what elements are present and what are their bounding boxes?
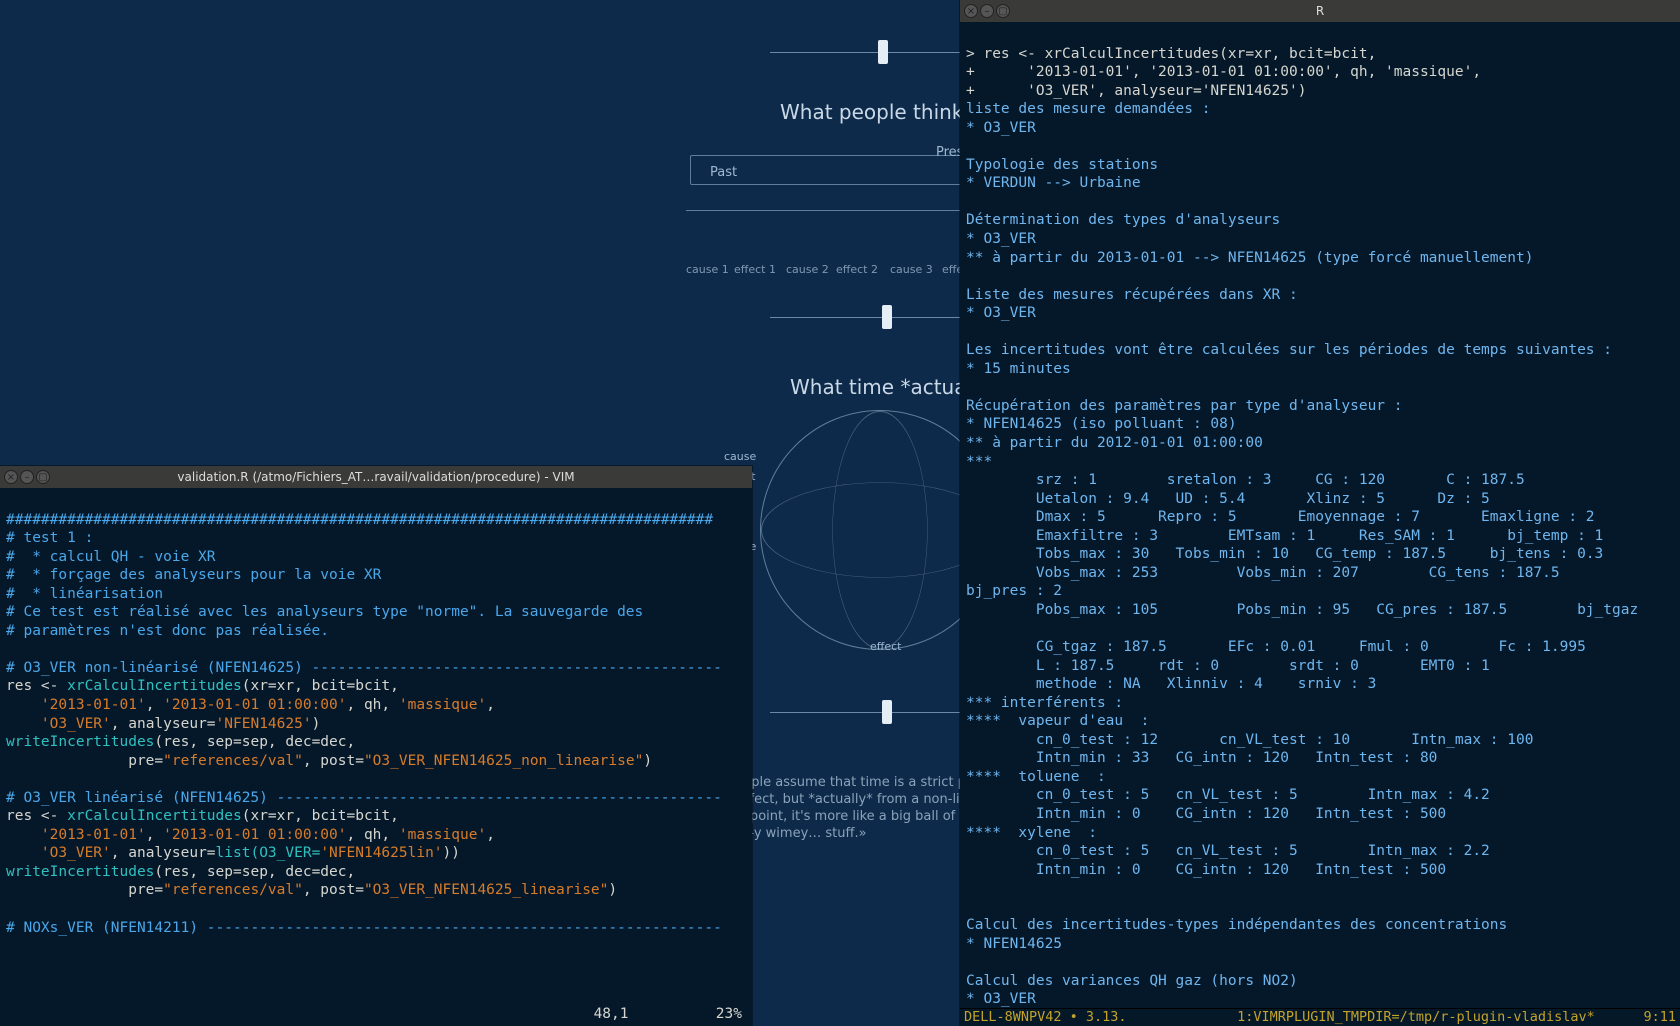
vim-line: # test 1 : bbox=[6, 530, 93, 546]
vim-line: # O3_VER non-linéarisé (NFEN14625) bbox=[6, 660, 312, 676]
wallpaper-effect-label-2: effect bbox=[870, 640, 901, 653]
maximize-icon[interactable]: ▢ bbox=[996, 4, 1010, 18]
vim-line: ########################################… bbox=[6, 512, 713, 528]
vim-titlebar[interactable]: × – ▢ validation.R (/atmo/Fichiers_AT…ra… bbox=[0, 466, 752, 488]
vim-line: # * forçage des analyseurs pour la voie … bbox=[6, 567, 381, 583]
wallpaper-slider-1 bbox=[770, 40, 970, 64]
maximize-icon[interactable]: ▢ bbox=[36, 470, 50, 484]
r-console-area[interactable]: > res <- xrCalculIncertitudes(xr=xr, bci… bbox=[960, 22, 1680, 1008]
vim-line: # * calcul QH - voie XR bbox=[6, 549, 216, 565]
vim-title: validation.R (/atmo/Fichiers_AT…ravail/v… bbox=[0, 470, 752, 484]
r-titlebar[interactable]: × – ▢ R bbox=[960, 0, 1680, 22]
r-status-left: DELL-8WNPV42 • 3.13. bbox=[964, 1009, 1127, 1026]
vim-ruler: 48,1 23% bbox=[594, 1005, 742, 1024]
wallpaper-cause-strip: cause 1 effect 1 cause 2 effect 2 cause … bbox=[686, 210, 976, 260]
r-status-bar: DELL-8WNPV42 • 3.13. 1:VIMRPLUGIN_TMPDIR… bbox=[960, 1008, 1680, 1026]
minimize-icon[interactable]: – bbox=[20, 470, 34, 484]
minimize-icon[interactable]: – bbox=[980, 4, 994, 18]
wallpaper-past-label: Past bbox=[710, 165, 737, 180]
wallpaper-slider-3 bbox=[770, 700, 970, 724]
close-icon[interactable]: × bbox=[964, 4, 978, 18]
r-terminal-window[interactable]: × – ▢ R > res <- xrCalculIncertitudes(xr… bbox=[960, 0, 1680, 1026]
vim-editor-area[interactable]: ########################################… bbox=[0, 488, 752, 1026]
wallpaper-cause-label: cause bbox=[724, 450, 756, 463]
r-title: R bbox=[960, 4, 1680, 18]
close-icon[interactable]: × bbox=[4, 470, 18, 484]
wallpaper-slider-2 bbox=[770, 305, 970, 329]
vim-window[interactable]: × – ▢ validation.R (/atmo/Fichiers_AT…ra… bbox=[0, 466, 752, 1026]
vim-line: # Ce test est réalisé avec les analyseur… bbox=[6, 604, 643, 620]
r-status-right: 1:VIMRPLUGIN_TMPDIR=/tmp/r-plugin-vladis… bbox=[1237, 1009, 1676, 1026]
vim-line: # paramètres n'est donc pas réalisée. bbox=[6, 623, 329, 639]
vim-line: # * linéarisation bbox=[6, 586, 163, 602]
